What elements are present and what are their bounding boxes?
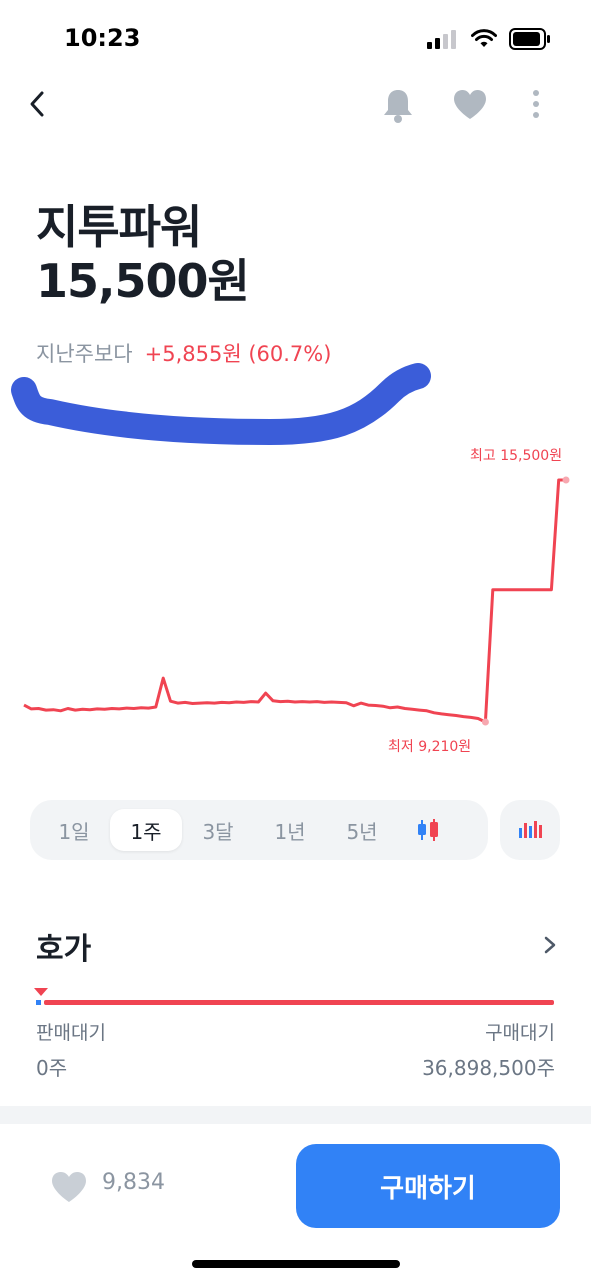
low-point [481, 718, 489, 726]
sell-pending-label: 판매대기 [36, 1022, 106, 1044]
wifi-icon [471, 29, 497, 47]
section-divider [0, 1106, 591, 1124]
buy-pending-label: 구매대기 [485, 1022, 555, 1044]
stock-name: 지투파워 [36, 200, 202, 254]
chevron-left-icon[interactable] [22, 86, 58, 122]
candlestick-toggle[interactable] [398, 809, 458, 851]
stock-price: 15,500원 [36, 254, 250, 308]
buy-button[interactable]: 구매하기 [296, 1144, 560, 1228]
status-bar: 10:23 [0, 0, 591, 80]
chart-series [23, 476, 570, 726]
more-vertical-icon[interactable] [526, 88, 546, 122]
redaction-scribble [11, 363, 431, 445]
heart-icon[interactable] [50, 1170, 88, 1204]
home-indicator [192, 1260, 400, 1268]
like-count: 9,834 [102, 1170, 165, 1195]
chevron-right-icon[interactable] [540, 934, 560, 956]
sell-pending-value: 0주 [36, 1056, 68, 1080]
sell-ratio-segment [36, 1000, 41, 1005]
bar-chart-icon [519, 821, 542, 838]
period-1d[interactable]: 1일 [38, 809, 110, 851]
period-1w[interactable]: 1주 [110, 809, 182, 851]
bell-icon[interactable] [380, 86, 416, 126]
heart-icon[interactable] [452, 88, 488, 122]
period-5y[interactable]: 5년 [326, 809, 398, 851]
cellular-signal-icon [427, 30, 456, 49]
order-book-title[interactable]: 호가 [36, 924, 91, 968]
nav-bar [0, 80, 591, 132]
period-1y[interactable]: 1년 [254, 809, 326, 851]
order-book-ratio-bar [34, 988, 554, 1005]
high-point [562, 476, 570, 484]
status-icons [427, 28, 551, 50]
buy-pending-value: 36,898,500주 [422, 1056, 555, 1080]
volume-chart-button[interactable] [500, 800, 560, 860]
buy-ratio-segment [44, 1000, 554, 1005]
battery-icon [509, 28, 550, 50]
candlestick-icon [418, 819, 438, 841]
ratio-marker-icon [34, 988, 48, 996]
period-3m[interactable]: 3달 [182, 809, 254, 851]
status-time: 10:23 [64, 24, 141, 52]
chart-high-label: 최고 15,500원 [470, 448, 562, 464]
price-line [23, 478, 566, 724]
price-chart[interactable]: 최고 15,500원 최저 9,210원 [0, 440, 591, 770]
period-selector: 1일 1주 3달 1년 5년 [30, 800, 488, 860]
chart-low-label: 최저 9,210원 [388, 739, 471, 755]
bottom-action-bar: 9,834 구매하기 [0, 1124, 591, 1280]
